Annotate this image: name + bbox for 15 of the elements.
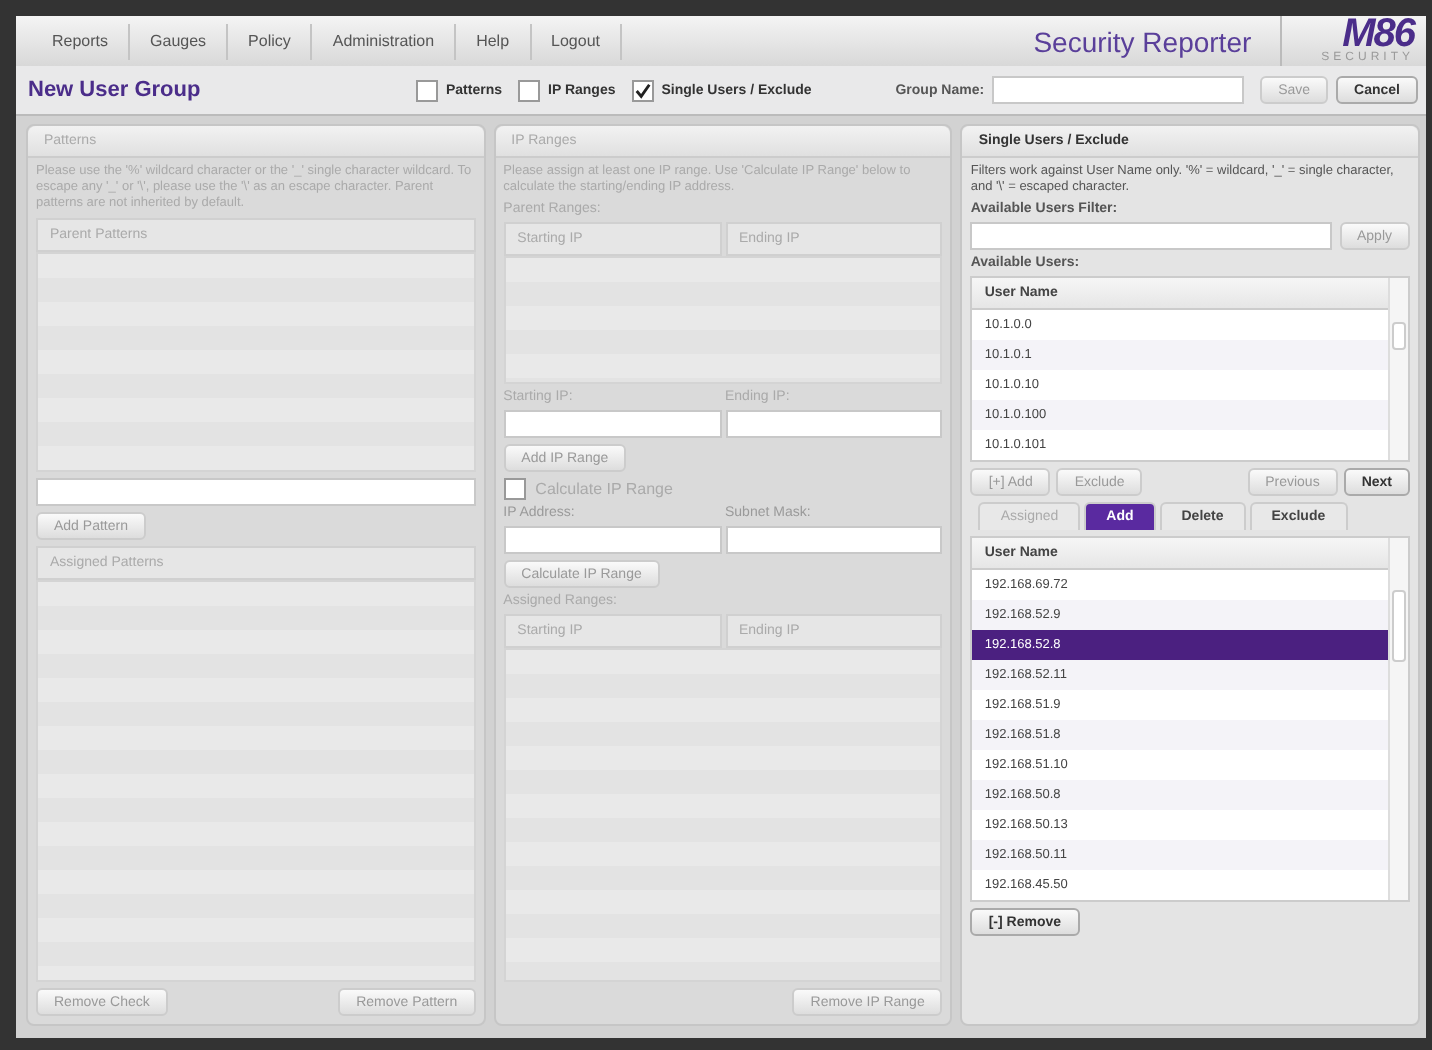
checkbox[interactable] <box>631 79 654 101</box>
filter-field[interactable] <box>970 222 1331 250</box>
nav-link[interactable]: Help <box>456 23 532 59</box>
nav-link[interactable]: Reports <box>32 23 131 59</box>
scrollbar[interactable] <box>1388 538 1409 900</box>
nav-link[interactable]: Gauges <box>130 23 229 59</box>
nav-link[interactable]: Logout <box>531 23 622 59</box>
checkbox[interactable] <box>416 79 438 101</box>
checkbox[interactable] <box>518 79 541 101</box>
nav-link[interactable]: Administration <box>312 23 457 59</box>
product-title: Security Reporter <box>1033 25 1252 57</box>
page-title: New User Group <box>28 78 203 102</box>
nav-link[interactable]: Policy <box>228 23 313 59</box>
scrollbar[interactable] <box>1388 278 1409 460</box>
group-name-field[interactable] <box>992 76 1245 104</box>
